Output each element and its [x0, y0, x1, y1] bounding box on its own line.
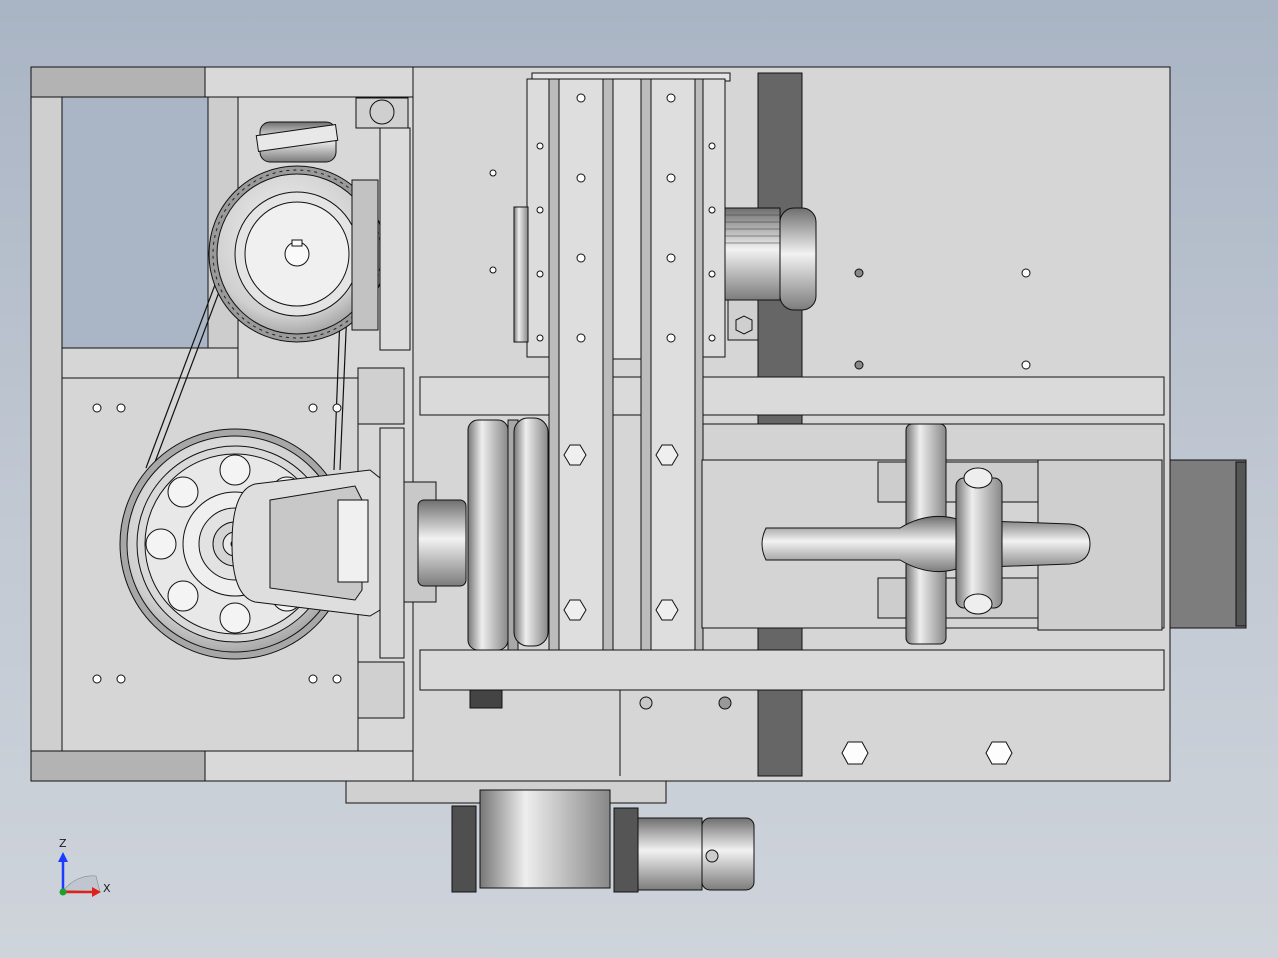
assembly-drawing[interactable] — [0, 0, 1278, 958]
axis-triad — [58, 852, 101, 897]
left-frame[interactable] — [30, 66, 414, 782]
x-axis-label: X — [103, 882, 111, 895]
bottom-gearmotor[interactable] — [345, 780, 755, 893]
cad-viewport[interactable]: Z X — [0, 0, 1278, 958]
z-axis-label: Z — [59, 837, 67, 850]
